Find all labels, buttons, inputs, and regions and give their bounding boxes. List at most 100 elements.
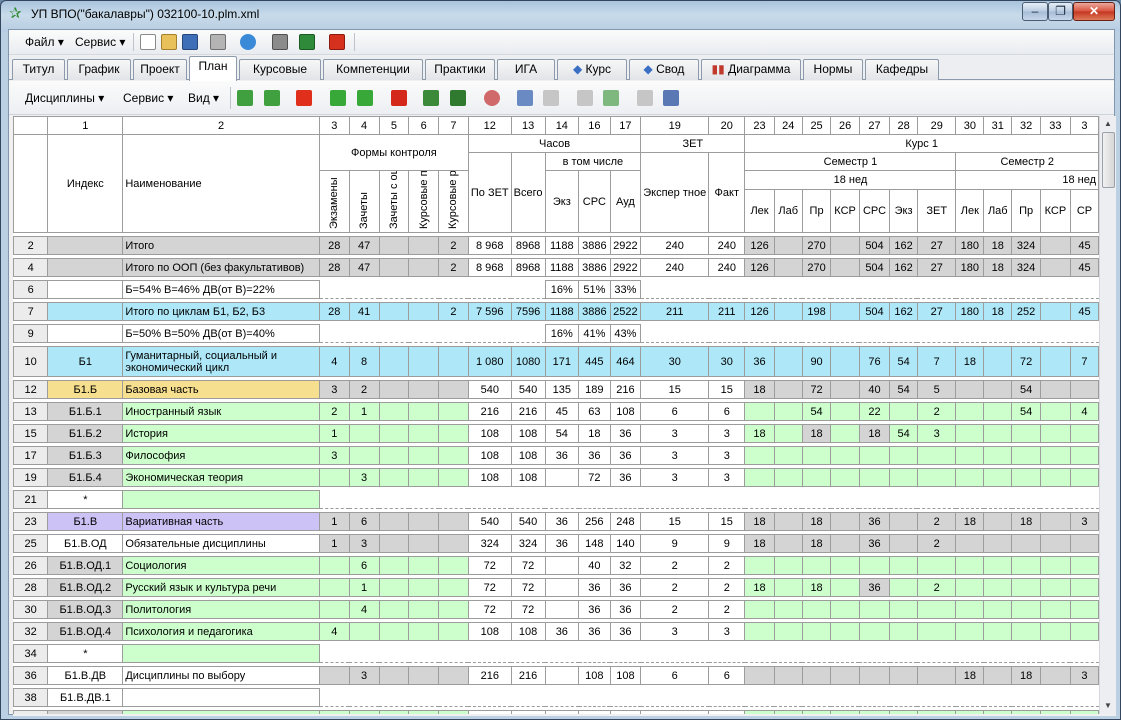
cell-value[interactable]: 162 [889, 258, 918, 277]
cell-value[interactable]: 36 [578, 600, 611, 619]
cell-value[interactable]: 1 [348, 578, 380, 597]
cell-value[interactable]: 3 [708, 622, 746, 641]
cell-value[interactable]: 36 [609, 600, 642, 619]
cell-value[interactable]: 2922 [609, 258, 642, 277]
cell-value[interactable] [378, 622, 410, 641]
cell-value[interactable] [744, 468, 775, 487]
cell-value[interactable]: 72 [467, 556, 512, 575]
cell-name[interactable] [122, 644, 320, 663]
cell-value[interactable] [1039, 402, 1071, 421]
cell-value[interactable]: 18 [578, 424, 611, 443]
cell-value[interactable]: 36 [609, 578, 642, 597]
cell-value[interactable]: 36 [544, 622, 580, 641]
header-row-colnums[interactable]: 1 2 3 4 5 6 7 12 13 14 16 17 19 20 23 24 25 26 27 28 29 30 31 3… [13, 116, 1099, 135]
tab-2[interactable]: График [67, 59, 131, 80]
cell-value[interactable] [1011, 446, 1041, 465]
cell-value[interactable] [438, 346, 469, 377]
cell-value[interactable]: 27 [916, 258, 957, 277]
plan-row-38[interactable]: 38 Б1.В.ДВ.1 [13, 688, 1099, 707]
cell-value[interactable]: 2 [438, 236, 469, 255]
cell-value[interactable]: 9 [640, 534, 710, 553]
plan-row-21[interactable]: 21 * [13, 490, 1099, 509]
cell-value[interactable] [1039, 346, 1071, 377]
cell-value[interactable]: 15 [708, 512, 746, 531]
cell-value[interactable] [830, 600, 860, 619]
cell-value[interactable] [744, 666, 775, 685]
cell-value[interactable] [773, 402, 803, 421]
cell-value[interactable] [830, 302, 860, 321]
cell-value[interactable]: 3 [708, 424, 746, 443]
cell-value[interactable]: 36 [578, 446, 611, 465]
cell-value[interactable] [1039, 446, 1071, 465]
cell-value[interactable]: 324 [467, 534, 512, 553]
cell-value[interactable]: 3886 [578, 302, 611, 321]
cell-value[interactable]: 72 [467, 578, 512, 597]
cell-value[interactable]: 198 [801, 302, 832, 321]
cell-value[interactable] [408, 258, 440, 277]
cell-value[interactable] [438, 556, 469, 575]
maximize-button[interactable]: ❐ [1048, 2, 1073, 21]
cell-value[interactable]: 18 [858, 424, 891, 443]
cell-value[interactable]: 1 [348, 402, 380, 421]
cell-value[interactable]: 2 [708, 600, 746, 619]
cell-value[interactable]: 36 [609, 424, 642, 443]
plan-row-28[interactable]: 28 Б1.В.ОД.2 Русский язык и культура речи 1… [13, 578, 1099, 597]
cell-value[interactable] [544, 578, 580, 597]
plan-row-10[interactable]: 10 Б1 Гуманитарный, социальный и экономиче… [13, 346, 1099, 377]
cell-value[interactable] [773, 556, 803, 575]
cell-value[interactable]: 1080 [510, 346, 546, 377]
cell-value[interactable] [1039, 556, 1071, 575]
cell-value[interactable] [858, 556, 891, 575]
cell-value[interactable]: 2 [438, 302, 469, 321]
cell-value[interactable] [318, 666, 350, 685]
cell-value[interactable] [955, 622, 985, 641]
tab-3[interactable]: Проект [133, 59, 187, 80]
tab-8[interactable]: ИГА [497, 59, 555, 80]
cell-value[interactable] [889, 512, 918, 531]
cell-value[interactable] [348, 446, 380, 465]
cell-value[interactable] [438, 380, 469, 399]
plan-row-17[interactable]: 17 Б1.Б.3 Философия 3 108 108 36 36 36 3 3 [13, 446, 1099, 465]
cell-value[interactable] [773, 302, 803, 321]
title-bar[interactable]: ✰ УП ВПО("бакалавры") 032100-10.plm.xml … [1, 1, 1120, 27]
cell-value[interactable]: 5 [916, 380, 957, 399]
plan-row-4[interactable]: 4 Итого по ООП (без факультативов) 28 47 2 8 … [13, 258, 1099, 277]
cell-value[interactable] [408, 302, 440, 321]
cell-value[interactable]: 63 [578, 402, 611, 421]
cell-value[interactable] [1069, 600, 1099, 619]
cell-value[interactable]: 7 [916, 346, 957, 377]
cell-value[interactable] [889, 666, 918, 685]
cell-value[interactable] [438, 534, 469, 553]
cell-value[interactable]: 7 596 [467, 302, 512, 321]
cell-value[interactable]: 18 [744, 380, 775, 399]
cell-value[interactable] [773, 380, 803, 399]
cell-value[interactable] [983, 556, 1013, 575]
menu-service[interactable]: Сервис ▾ [75, 35, 125, 49]
cell-value[interactable]: 540 [467, 380, 512, 399]
cell-value[interactable]: 15 [640, 512, 710, 531]
cell-name[interactable]: Итого по циклам Б1, Б2, Б3 [122, 302, 320, 321]
cell-value[interactable]: 189 [578, 380, 611, 399]
cell-value[interactable]: 540 [510, 380, 546, 399]
cell-name[interactable]: Б=54% В=46% ДВ(от В)=22% [122, 280, 320, 299]
cell-value[interactable]: 108 [609, 666, 642, 685]
cell-value[interactable]: 76 [858, 346, 891, 377]
cell-value[interactable] [1039, 622, 1071, 641]
cell-value[interactable] [983, 578, 1013, 597]
plan-row-32[interactable]: 32 Б1.В.ОД.4 Психология и педагогика 4 108 10… [13, 622, 1099, 641]
plan-row-12[interactable]: 12 Б1.Б Базовая часть 3 2 540 540 135 189 216 15 15… [13, 380, 1099, 399]
cell-value[interactable] [955, 424, 985, 443]
cell-value[interactable]: 2 [708, 578, 746, 597]
cell-value[interactable] [1069, 534, 1099, 553]
cell-value[interactable]: 108 [510, 468, 546, 487]
cell-value[interactable]: 30 [640, 346, 710, 377]
cell-value[interactable] [773, 468, 803, 487]
cell-value[interactable] [1011, 424, 1041, 443]
cell-value[interactable] [1039, 600, 1071, 619]
cell-value[interactable] [801, 622, 832, 641]
cell-value[interactable]: 108 [467, 468, 512, 487]
cell-value[interactable]: 2 [640, 578, 710, 597]
cell-value[interactable]: 180 [955, 236, 985, 255]
cell-value[interactable] [1011, 534, 1041, 553]
cell-value[interactable]: 270 [801, 258, 832, 277]
